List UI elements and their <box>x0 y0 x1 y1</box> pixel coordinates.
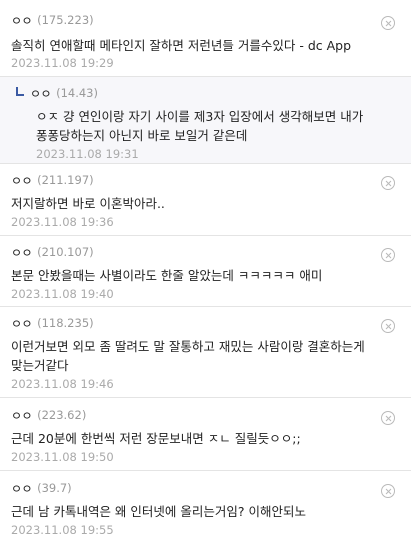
reply-arrow-icon <box>16 86 24 96</box>
comment-ip: (211.197) <box>37 173 94 187</box>
comment-text: 이런거보면 외모 좀 딸려도 말 잘통하고 재밌는 사람이랑 결혼하는게 맞는거… <box>11 339 365 373</box>
comment-ip: (210.107) <box>37 245 94 259</box>
comment-item: ㅇㅇ (210.107) 본문 안봤을때는 사별이라도 한줄 알았는데 ㅋㅋㅋㅋ… <box>0 236 411 307</box>
comment-nickname[interactable]: ㅇㅇ <box>11 244 33 261</box>
comment-header: ㅇㅇ (211.197) <box>11 164 411 190</box>
comment-header: ㅇㅇ (223.62) <box>11 398 411 425</box>
comment-nickname[interactable]: ㅇㅇ <box>11 407 33 424</box>
comment-date: 2023.11.08 19:40 <box>11 287 114 301</box>
comment-text: 솔직히 연애할때 메타인지 잘하면 저런년들 거를수있다 - dc App <box>11 38 352 53</box>
comment-header: ㅇㅇ (175.223) <box>11 0 411 30</box>
comment-nickname[interactable]: ㅇㅇ <box>30 85 52 102</box>
comment-text: 근데 남 카톡내역은 왜 인터넷에 올리는거임? 이해안되노 <box>11 504 306 519</box>
comment-nickname[interactable]: ㅇㅇ <box>11 172 33 189</box>
comment-ip: (223.62) <box>37 408 87 422</box>
comment-date: 2023.11.08 19:29 <box>11 56 114 70</box>
close-circle-icon[interactable] <box>381 16 395 30</box>
close-circle-icon[interactable] <box>381 176 395 190</box>
comment-text: 저지랄하면 바로 이혼박아라.. <box>11 196 165 211</box>
comment-item: ㅇㅇ (118.235) 이런거보면 외모 좀 딸려도 말 잘통하고 재밌는 사… <box>0 307 411 398</box>
comment-item: ㅇㅇ (223.62) 근데 20분에 한번씩 저런 장문보내면 ㅈㄴ 질릴듯ㅇ… <box>0 398 411 471</box>
comment-date: 2023.11.08 19:46 <box>11 377 114 391</box>
comment-item: ㅇㅇ (211.197) 저지랄하면 바로 이혼박아라.. 2023.11.08… <box>0 164 411 236</box>
comment-header: ㅇㅇ (210.107) <box>11 236 411 262</box>
comment-list: ㅇㅇ (175.223) 솔직히 연애할때 메타인지 잘하면 저런년들 거를수있… <box>0 0 411 543</box>
comment-item: ㅇㅇ (39.7) 근데 남 카톡내역은 왜 인터넷에 올리는거임? 이해안되노… <box>0 471 411 543</box>
comment-ip: (118.235) <box>37 316 94 330</box>
comment-text: 본문 안봤을때는 사별이라도 한줄 알았는데 ㅋㅋㅋㅋㅋ 애미 <box>11 268 323 283</box>
comment-nickname[interactable]: ㅇㅇ <box>11 480 33 497</box>
comment-text: 근데 20분에 한번씩 저런 장문보내면 ㅈㄴ 질릴듯ㅇㅇ;; <box>11 431 301 446</box>
comment-ip: (175.223) <box>37 13 94 27</box>
comment-text: ㅇㅈ 걍 연인이랑 자기 사이를 제3자 입장에서 생각해보면 내가 퐁퐁당하는… <box>36 109 364 143</box>
comment-date: 2023.11.08 19:50 <box>11 450 114 464</box>
comment-date: 2023.11.08 19:36 <box>11 215 114 229</box>
comment-nickname[interactable]: ㅇㅇ <box>11 12 33 29</box>
comment-ip: (14.43) <box>56 86 98 100</box>
close-circle-icon[interactable] <box>381 484 395 498</box>
comment-item: ㅇㅇ (175.223) 솔직히 연애할때 메타인지 잘하면 저런년들 거를수있… <box>0 0 411 77</box>
close-circle-icon[interactable] <box>381 319 395 333</box>
comment-header: ㅇㅇ (118.235) <box>11 307 411 333</box>
reply-header: ㅇㅇ (14.43) <box>16 77 411 103</box>
comment-date: 2023.11.08 19:31 <box>36 147 139 161</box>
comment-nickname[interactable]: ㅇㅇ <box>11 315 33 332</box>
comment-header: ㅇㅇ (39.7) <box>11 471 411 498</box>
close-circle-icon[interactable] <box>381 411 395 425</box>
comment-ip: (39.7) <box>37 481 72 495</box>
close-circle-icon[interactable] <box>381 248 395 262</box>
reply-item: ㅇㅇ (14.43) ㅇㅈ 걍 연인이랑 자기 사이를 제3자 입장에서 생각해… <box>0 77 411 164</box>
comment-date: 2023.11.08 19:55 <box>11 523 114 537</box>
